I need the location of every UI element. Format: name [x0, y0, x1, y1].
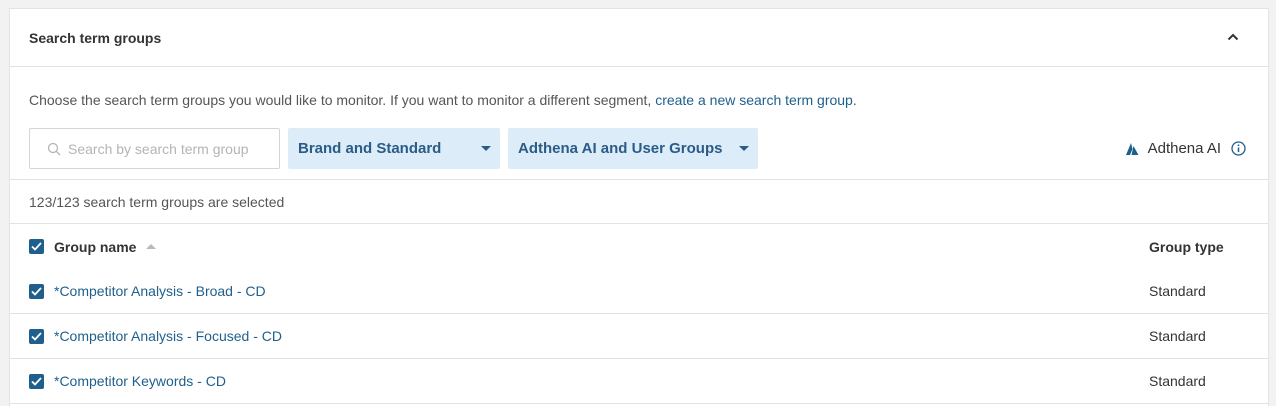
table-row: *Competitor Analysis - Broad - CD Standa…	[10, 269, 1268, 314]
adthena-ai-indicator: Adthena AI	[1125, 140, 1246, 157]
description-suffix: .	[852, 92, 857, 108]
adthena-logo-icon	[1125, 142, 1139, 155]
group-type-dropdown-value: Brand and Standard	[298, 140, 442, 157]
check-icon	[31, 376, 42, 386]
table-header-row: Group name Group type	[10, 224, 1268, 269]
search-box[interactable]	[29, 128, 280, 169]
info-icon[interactable]	[1231, 141, 1246, 156]
search-term-groups-panel: Search term groups Choose the search ter…	[9, 8, 1269, 406]
row-checkbox[interactable]	[29, 328, 44, 344]
panel-header: Search term groups	[10, 9, 1268, 67]
caret-down-icon	[481, 146, 491, 151]
description-text: Choose the search term groups you would …	[29, 92, 656, 108]
table-row: *Competitor Keywords - CD Standard	[10, 359, 1268, 404]
adthena-ai-label: Adthena AI	[1147, 140, 1221, 157]
divider	[10, 179, 1268, 180]
chevron-up-icon	[1227, 33, 1239, 41]
table-row: *Competitor Analysis - Focused - CD Stan…	[10, 314, 1268, 359]
group-type-cell: Standard	[1149, 283, 1206, 299]
group-type-dropdown[interactable]: Brand and Standard	[288, 128, 500, 169]
group-source-dropdown-value: Adthena AI and User Groups	[518, 140, 723, 157]
row-checkbox[interactable]	[29, 283, 44, 299]
column-header-group-type: Group type	[1149, 238, 1224, 255]
selection-count: 123/123 search term groups are selected	[29, 194, 285, 210]
column-header-group-name-label: Group name	[54, 238, 137, 255]
check-icon	[31, 331, 42, 341]
column-header-group-name[interactable]: Group name	[54, 238, 157, 255]
group-name-link[interactable]: *Competitor Analysis - Focused - CD	[54, 328, 282, 344]
row-checkbox[interactable]	[29, 373, 44, 389]
check-icon	[31, 286, 42, 296]
panel-title: Search term groups	[29, 30, 162, 46]
panel-description: Choose the search term groups you would …	[29, 92, 857, 108]
check-icon	[31, 242, 42, 251]
sort-ascending-icon[interactable]	[146, 244, 157, 249]
search-input[interactable]	[68, 140, 268, 157]
search-icon	[47, 142, 61, 155]
group-name-link[interactable]: *Competitor Analysis - Broad - CD	[54, 283, 266, 299]
create-group-link[interactable]: create a new search term group	[655, 92, 853, 108]
group-type-cell: Standard	[1149, 328, 1206, 344]
group-source-dropdown[interactable]: Adthena AI and User Groups	[508, 128, 758, 169]
group-type-cell: Standard	[1149, 373, 1206, 389]
select-all-checkbox[interactable]	[29, 239, 44, 254]
collapse-button[interactable]	[1224, 28, 1242, 46]
caret-down-icon	[739, 146, 749, 151]
group-name-link[interactable]: *Competitor Keywords - CD	[54, 373, 226, 389]
